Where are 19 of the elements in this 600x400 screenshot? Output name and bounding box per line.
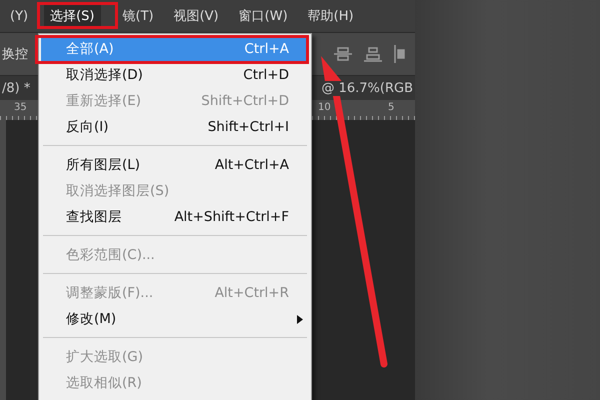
align-bottom-icon[interactable] [363,46,383,62]
menu-item[interactable]: 帮助(H) [298,3,364,29]
document-zoom: @ 16.7%(RGB [321,80,413,96]
menu-option[interactable]: 反向(I) Shift+Ctrl+I [41,114,309,140]
align-left-icon[interactable] [393,44,407,64]
options-label: 换控 [1,46,28,63]
align-center-icon[interactable] [333,46,353,62]
ruler-number: 10 [318,101,331,113]
menu-option[interactable]: 所有图层(L) Alt+Ctrl+A [41,152,309,178]
menu-option[interactable]: 查找图层 Alt+Shift+Ctrl+F [41,204,309,230]
menu-item[interactable]: (Y) [0,4,38,28]
menu-option[interactable]: 取消选择(D) Ctrl+D [41,62,309,88]
menu-option[interactable]: 修改(M) [41,306,309,332]
ruler-number: 35 [14,101,27,113]
menu-item[interactable]: 窗口(W) [228,3,298,29]
ruler-number: 5 [388,101,394,113]
menu-item[interactable]: 视图(V) [164,3,229,29]
menu-item[interactable]: 镜(T) [112,3,164,29]
document-title[interactable]: /8) * [0,80,30,96]
